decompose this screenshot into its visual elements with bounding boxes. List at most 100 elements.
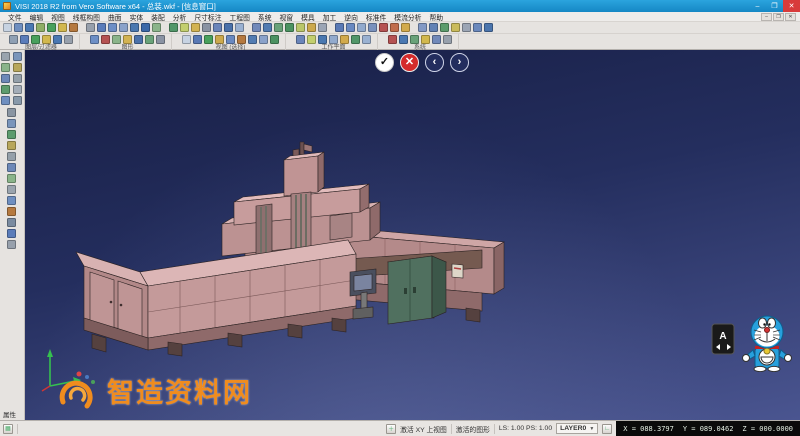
sidebar-tool-icon[interactable] (1, 96, 10, 105)
toolbar-icon[interactable] (42, 35, 51, 44)
toolbar-icon[interactable] (235, 23, 244, 32)
toolbar-icon[interactable] (9, 35, 18, 44)
toolbar-icon[interactable] (462, 23, 471, 32)
toolbar-icon[interactable] (101, 35, 110, 44)
toolbar-icon[interactable] (307, 23, 316, 32)
toolbar-icon[interactable] (440, 23, 449, 32)
snap-point-icon[interactable]: ＋ (386, 424, 396, 434)
toolbar-icon[interactable] (112, 35, 121, 44)
toolbar-icon[interactable] (351, 35, 360, 44)
sidebar-tool-icon[interactable] (1, 74, 10, 83)
toolbar-icon[interactable] (418, 23, 427, 32)
toolbar-icon[interactable] (58, 23, 67, 32)
toolbar-icon[interactable] (368, 23, 377, 32)
sidebar-tool-icon[interactable] (1, 52, 10, 61)
toolbar-icon[interactable] (202, 23, 211, 32)
machine-viewport[interactable]: ✓ ✕ ‹ › 智造资料网 A (25, 50, 800, 420)
toolbar-icon[interactable] (335, 23, 344, 32)
sidebar-tool-icon[interactable] (7, 196, 16, 205)
toolbar-icon[interactable] (108, 23, 117, 32)
sidebar-tool-icon[interactable] (7, 141, 16, 150)
toolbar-icon[interactable] (213, 23, 222, 32)
menu-item[interactable]: 装配 (147, 12, 169, 22)
toolbar-icon[interactable] (362, 35, 371, 44)
toolbar-icon[interactable] (47, 23, 56, 32)
toolbar-icon[interactable] (484, 23, 493, 32)
sidebar-tool-icon[interactable] (7, 130, 16, 139)
toolbar-icon[interactable] (90, 35, 99, 44)
next-button[interactable]: › (450, 53, 469, 72)
toolbar-icon[interactable] (180, 23, 189, 32)
menu-item[interactable]: 工程图 (226, 12, 254, 22)
cancel-button[interactable]: ✕ (400, 53, 419, 72)
toolbar-icon[interactable] (379, 23, 388, 32)
toolbar-icon[interactable] (401, 23, 410, 32)
menu-item[interactable]: 曲面 (104, 12, 126, 22)
minimize-button[interactable]: – (749, 0, 766, 12)
toolbar-icon[interactable] (432, 35, 441, 44)
prev-button[interactable]: ‹ (425, 53, 444, 72)
properties-tab-label[interactable]: 属性 (3, 409, 16, 419)
toolbar-icon[interactable] (473, 23, 482, 32)
ortho-toggle-icon[interactable]: ∟ (602, 424, 612, 434)
menu-item[interactable]: 帮助 (425, 12, 447, 22)
sidebar-tool-icon[interactable] (13, 85, 22, 94)
sidebar-tool-icon[interactable] (13, 74, 22, 83)
toolbar-icon[interactable] (329, 35, 338, 44)
toolbar-icon[interactable] (252, 23, 261, 32)
menu-item[interactable]: 实体 (126, 12, 148, 22)
toolbar-icon[interactable] (3, 23, 12, 32)
toolbar-icon[interactable] (193, 35, 202, 44)
toolbar-icon[interactable] (399, 35, 408, 44)
toolbar-icon[interactable] (429, 23, 438, 32)
menu-item[interactable]: 分析 (169, 12, 191, 22)
toolbar-icon[interactable] (215, 35, 224, 44)
menu-item[interactable]: 模具 (297, 12, 319, 22)
toolbar-icon[interactable] (130, 23, 139, 32)
toolbar-icon[interactable] (134, 35, 143, 44)
toolbar-icon[interactable] (123, 35, 132, 44)
toolbar-icon[interactable] (204, 35, 213, 44)
menu-item[interactable]: 系统 (254, 12, 276, 22)
toolbar-icon[interactable] (226, 35, 235, 44)
sidebar-tool-icon[interactable] (7, 207, 16, 216)
sidebar-tool-icon[interactable] (1, 63, 10, 72)
toolbar-icon[interactable] (97, 23, 106, 32)
close-button[interactable]: ✕ (783, 0, 800, 12)
toolbar-icon[interactable] (169, 23, 178, 32)
sidebar-tool-icon[interactable] (7, 240, 16, 249)
toolbar-icon[interactable] (296, 23, 305, 32)
toolbar-icon[interactable] (390, 23, 399, 32)
menu-item[interactable]: 加工 (319, 12, 341, 22)
menu-item[interactable]: 模流分析 (390, 12, 425, 22)
toolbar-icon[interactable] (263, 23, 272, 32)
sidebar-tool-icon[interactable] (1, 85, 10, 94)
toolbar-icon[interactable] (318, 35, 327, 44)
sidebar-tool-icon[interactable] (7, 174, 16, 183)
toolbar-icon[interactable] (421, 35, 430, 44)
sidebar-tool-icon[interactable] (13, 52, 22, 61)
sidebar-tool-icon[interactable] (7, 108, 16, 117)
toolbar-icon[interactable] (224, 23, 233, 32)
child-minimize-button[interactable]: – (761, 13, 772, 21)
layer-dropdown[interactable]: LAYER0 ▼ (556, 423, 598, 434)
menu-item[interactable]: 编辑 (26, 12, 48, 22)
child-restore-button[interactable]: ❐ (773, 13, 784, 21)
confirm-button[interactable]: ✓ (375, 53, 394, 72)
menu-item[interactable]: 视窗 (276, 12, 298, 22)
toolbar-icon[interactable] (20, 35, 29, 44)
toolbar-icon[interactable] (285, 23, 294, 32)
toolbar-icon[interactable] (346, 23, 355, 32)
toolbar-icon[interactable] (69, 23, 78, 32)
sidebar-tool-icon[interactable] (7, 119, 16, 128)
menu-item[interactable]: 尺寸标注 (190, 12, 225, 22)
toolbar-icon[interactable] (237, 35, 246, 44)
toolbar-icon[interactable] (270, 35, 279, 44)
toolbar-icon[interactable] (86, 23, 95, 32)
toolbar-icon[interactable] (451, 23, 460, 32)
sidebar-tool-icon[interactable] (13, 63, 22, 72)
toolbar-icon[interactable] (152, 23, 161, 32)
sidebar-tool-icon[interactable] (7, 163, 16, 172)
toolbar-icon[interactable] (259, 35, 268, 44)
toolbar-icon[interactable] (274, 23, 283, 32)
